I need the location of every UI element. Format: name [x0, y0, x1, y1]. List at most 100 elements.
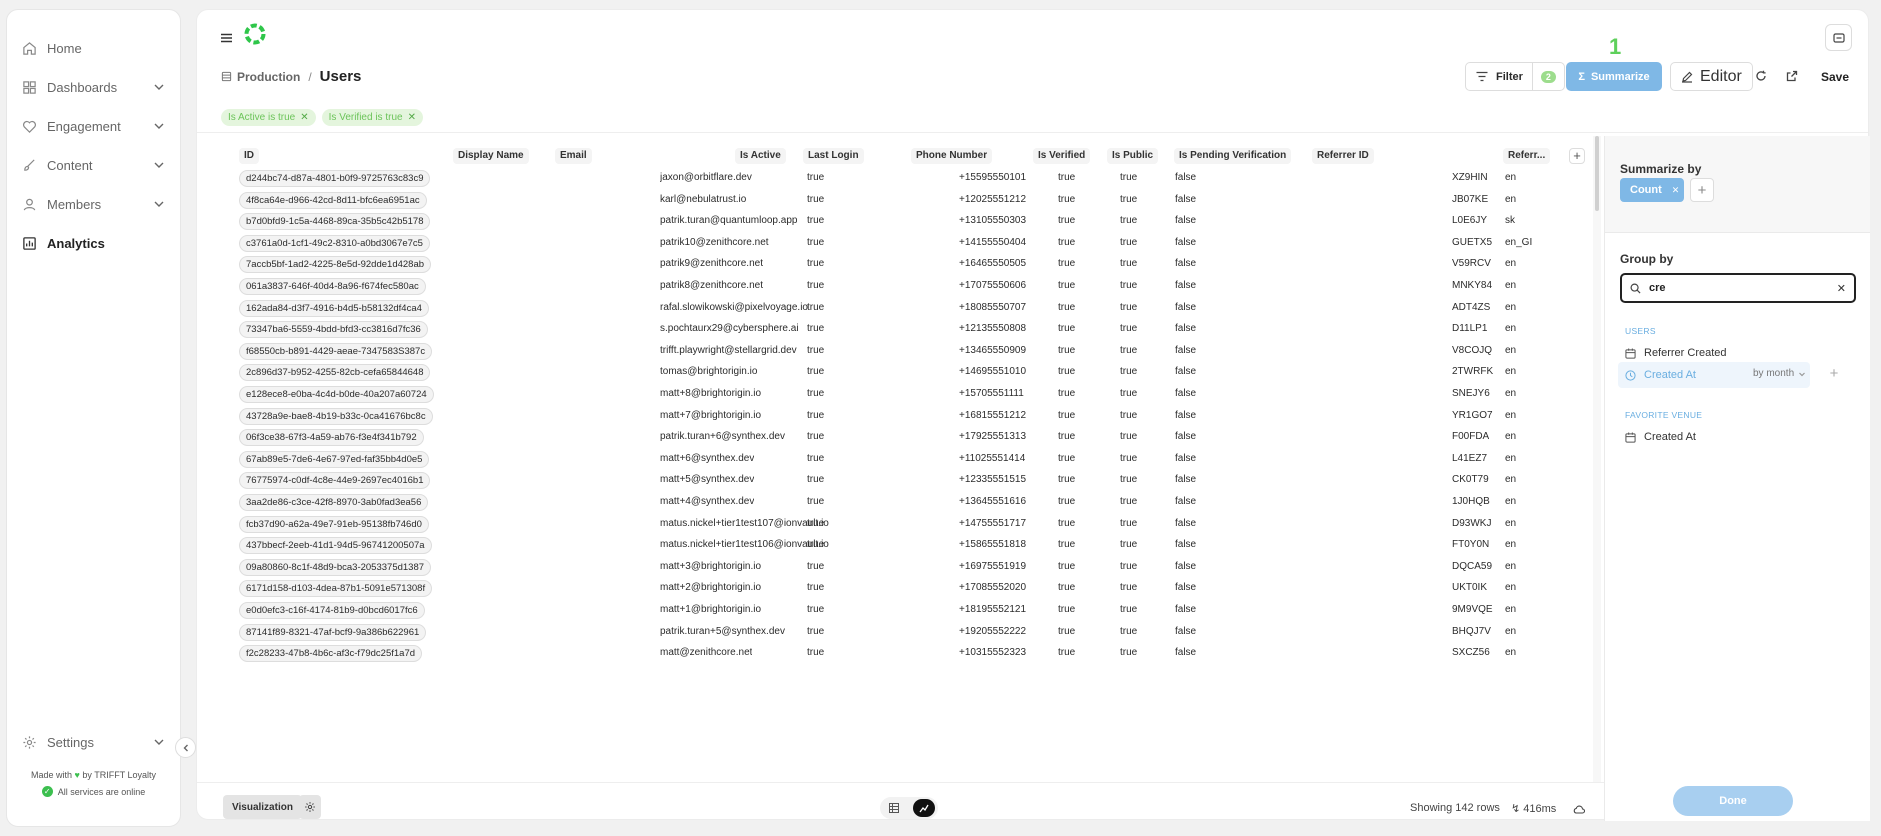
sidebar-item-analytics[interactable]: Analytics [21, 231, 166, 255]
field-created-at[interactable]: Created At [1625, 363, 1696, 387]
sidebar-item-members[interactable]: Members [21, 192, 166, 216]
open-external-button[interactable] [1784, 68, 1800, 84]
cell-id[interactable]: 061a3837-646f-40d4-8a96-f674fec580ac [239, 278, 426, 295]
scrollbar-track[interactable] [1593, 136, 1601, 782]
cell-id[interactable]: c3761a0d-1cf1-49c2-8310-a0bd3067e7c5 [239, 234, 430, 252]
column-header-is-active[interactable]: Is Active [735, 148, 786, 164]
table-row[interactable]: 06f3ce38-67f3-4a59-ab76-f3e4f341b792 patr… [197, 427, 1587, 449]
cell-id[interactable]: 4f8ca64e-d966-42cd-8d11-bfc6ea6951ac [239, 191, 427, 209]
table-row[interactable]: 437bbecf-2eeb-41d1-94d5-96741200507a matu… [197, 535, 1587, 557]
table-row[interactable]: 67ab89e5-7de6-4e67-97ed-faf35bb4d0e5 matt… [197, 449, 1587, 471]
table-row[interactable]: 061a3837-646f-40d4-8a96-f674fec580ac patr… [197, 276, 1587, 298]
table-row[interactable]: d244bc74-d87a-4801-b0f9-9725763c83c9 jaxo… [197, 168, 1587, 190]
table-view-button[interactable] [883, 799, 905, 817]
column-header-is-verified[interactable]: Is Verified [1033, 148, 1091, 164]
scrollbar-thumb[interactable] [1595, 136, 1599, 211]
table-row[interactable]: c3761a0d-1cf1-49c2-8310-a0bd3067e7c5 patr… [197, 233, 1587, 255]
panel-toggle-button[interactable] [1825, 24, 1852, 51]
cell-id[interactable]: b7d0bfd9-1c5a-4468-89ca-35b5c42b5178 [239, 213, 431, 231]
column-header-referrer-id[interactable]: Referrer ID [1312, 148, 1374, 164]
cell-id[interactable]: 06f3ce38-67f3-4a59-ab76-f3e4f341b792 [239, 429, 424, 447]
sidebar-item-home[interactable]: Home [21, 36, 166, 60]
column-header-id[interactable]: ID [239, 148, 259, 164]
close-icon[interactable]: ✕ [300, 112, 308, 123]
temporal-bucket-select[interactable]: by month [1753, 368, 1806, 379]
table-row[interactable]: 162ada84-d3f7-4916-b4d5-b58132df4ca4 rafa… [197, 298, 1587, 320]
table-row[interactable]: 09a80860-8c1f-48d9-bca3-2053375d1387 matt… [197, 557, 1587, 579]
editor-button[interactable]: Editor [1670, 62, 1753, 91]
sidebar-item-content[interactable]: Content [21, 153, 166, 177]
cell-id[interactable]: 162ada84-d3f7-4916-b4d5-b58132df4ca4 [239, 299, 429, 317]
refresh-button[interactable] [1753, 68, 1769, 84]
table-row[interactable]: 6171d158-d103-4dea-87b1-5091e571308f matt… [197, 578, 1587, 600]
cell-id[interactable]: 3aa2de86-c3ce-42f8-8970-3ab0fad3ea56 [239, 494, 429, 511]
cell-id[interactable]: e128ece8-e0ba-4c4d-b0de-40a207a60724 [239, 386, 434, 403]
cell-id[interactable]: 67ab89e5-7de6-4e67-97ed-faf35bb4d0e5 [239, 450, 430, 468]
table-row[interactable]: b7d0bfd9-1c5a-4468-89ca-35b5c42b5178 patr… [197, 211, 1587, 233]
table-row[interactable]: 2c896d37-b952-4255-82cb-cefa65844648 toma… [197, 362, 1587, 384]
column-header-is-pending-verification[interactable]: Is Pending Verification [1174, 148, 1292, 164]
filter-button-main[interactable]: Filter [1466, 63, 1532, 90]
count-metric-pill[interactable]: Count ✕ [1620, 178, 1684, 202]
save-button[interactable]: Save [1821, 70, 1849, 84]
cell-id[interactable]: 43728a9e-bae8-4b19-b33c-0ca41676bc8c [239, 407, 433, 425]
cell-id[interactable]: 7accb5bf-1ad2-4225-8e5d-92dde1d428ab [239, 256, 432, 274]
filter-count-badge[interactable]: 2 [1531, 63, 1564, 90]
cloud-icon[interactable] [1573, 801, 1586, 819]
menu-icon[interactable] [221, 30, 232, 48]
cell-id[interactable]: 73347ba6-5559-4bdd-bfd3-cc3816d7fc36 [239, 321, 428, 339]
cell-id[interactable]: f68550cb-b891-4429-aeae-7347583S387c [239, 342, 433, 360]
table-row[interactable]: 7accb5bf-1ad2-4225-8e5d-92dde1d428ab patr… [197, 254, 1587, 276]
column-header-phone-number[interactable]: Phone Number [911, 148, 993, 164]
visualization-settings-button[interactable] [299, 795, 321, 819]
add-metric-button[interactable]: + [1690, 178, 1714, 202]
table-row[interactable]: f68550cb-b891-4429-aeae-7347583S387c trif… [197, 341, 1587, 363]
table-row[interactable]: e0d0efc3-c16f-4174-81b9-d0bcd6017fc6 matt… [197, 600, 1587, 622]
search-input[interactable] [1649, 282, 1829, 294]
filter-chip[interactable]: Is Verified is true ✕ [321, 109, 423, 126]
visualization-button[interactable]: Visualization [223, 795, 302, 819]
close-icon[interactable]: ✕ [408, 112, 416, 123]
cell-id[interactable]: d244bc74-d87a-4801-b0f9-9725763c83c9 [239, 170, 431, 187]
chart-view-button[interactable] [913, 799, 935, 817]
done-button[interactable]: Done [1673, 786, 1793, 816]
table-row[interactable]: 76775974-c0df-4c8e-44e9-2697ec4016b1 matt… [197, 470, 1587, 492]
table-row[interactable]: 73347ba6-5559-4bdd-bfd3-cc3816d7fc36 s.po… [197, 319, 1587, 341]
breadcrumb-source[interactable]: Production [237, 70, 300, 84]
cell-id[interactable]: f2c28233-47b8-4b6c-af3c-f79dc25f1a7d [239, 645, 423, 663]
add-group-button[interactable]: + [1823, 362, 1845, 384]
column-header-last-login[interactable]: Last Login [803, 148, 864, 164]
table-row[interactable]: 4f8ca64e-d966-42cd-8d11-bfc6ea6951ac karl… [197, 190, 1587, 212]
cell-id[interactable]: 6171d158-d103-4dea-87b1-5091e571308f [239, 580, 433, 598]
table-row[interactable]: 87141f89-8321-47af-bcf9-9a386b622961 patr… [197, 622, 1587, 644]
close-icon[interactable]: ✕ [1672, 185, 1680, 196]
cell-id[interactable]: 437bbecf-2eeb-41d1-94d5-96741200507a [239, 537, 432, 555]
field-venue-created-at[interactable]: Created At [1625, 425, 1696, 449]
cell-id[interactable]: e0d0efc3-c16f-4174-81b9-d0bcd6017fc6 [239, 602, 425, 619]
table-row[interactable]: 43728a9e-bae8-4b19-b33c-0ca41676bc8c matt… [197, 406, 1587, 428]
column-header-is-public[interactable]: Is Public [1107, 148, 1159, 164]
cell-id[interactable]: 87141f89-8321-47af-bcf9-9a386b622961 [239, 623, 427, 641]
cell-email: karl@nebulatrust.io [660, 193, 747, 205]
cell-id[interactable]: 76775974-c0df-4c8e-44e9-2697ec4016b1 [239, 472, 431, 490]
column-header-display-name[interactable]: Display Name [453, 148, 529, 164]
table-row[interactable]: e128ece8-e0ba-4c4d-b0de-40a207a60724 matt… [197, 384, 1587, 406]
filter-chip[interactable]: Is Active is true ✕ [221, 109, 316, 126]
table-row[interactable]: f2c28233-47b8-4b6c-af3c-f79dc25f1a7d matt… [197, 643, 1587, 665]
group-by-search[interactable]: ✕ [1620, 273, 1856, 303]
sidebar-item-dashboards[interactable]: Dashboards [21, 75, 166, 99]
sidebar-item-engagement[interactable]: Engagement [21, 114, 166, 138]
cell-id[interactable]: fcb37d90-a62a-49e7-91eb-95138fb746d0 [239, 515, 429, 533]
sidebar-item-settings[interactable]: Settings [21, 730, 166, 754]
table-row[interactable]: fcb37d90-a62a-49e7-91eb-95138fb746d0 matu… [197, 514, 1587, 536]
add-column-button[interactable]: + [1569, 148, 1585, 164]
summarize-button[interactable]: Σ Summarize [1566, 62, 1662, 91]
filter-button[interactable]: Filter 2 [1465, 62, 1565, 91]
close-icon[interactable]: ✕ [1837, 282, 1846, 295]
collapse-sidebar-button[interactable] [175, 737, 196, 758]
table-row[interactable]: 3aa2de86-c3ce-42f8-8970-3ab0fad3ea56 matt… [197, 492, 1587, 514]
column-header-referrer[interactable]: Referr... [1503, 148, 1551, 164]
column-header-email[interactable]: Email [555, 148, 592, 164]
cell-id[interactable]: 2c896d37-b952-4255-82cb-cefa65844648 [239, 364, 431, 382]
cell-id[interactable]: 09a80860-8c1f-48d9-bca3-2053375d1387 [239, 558, 432, 576]
